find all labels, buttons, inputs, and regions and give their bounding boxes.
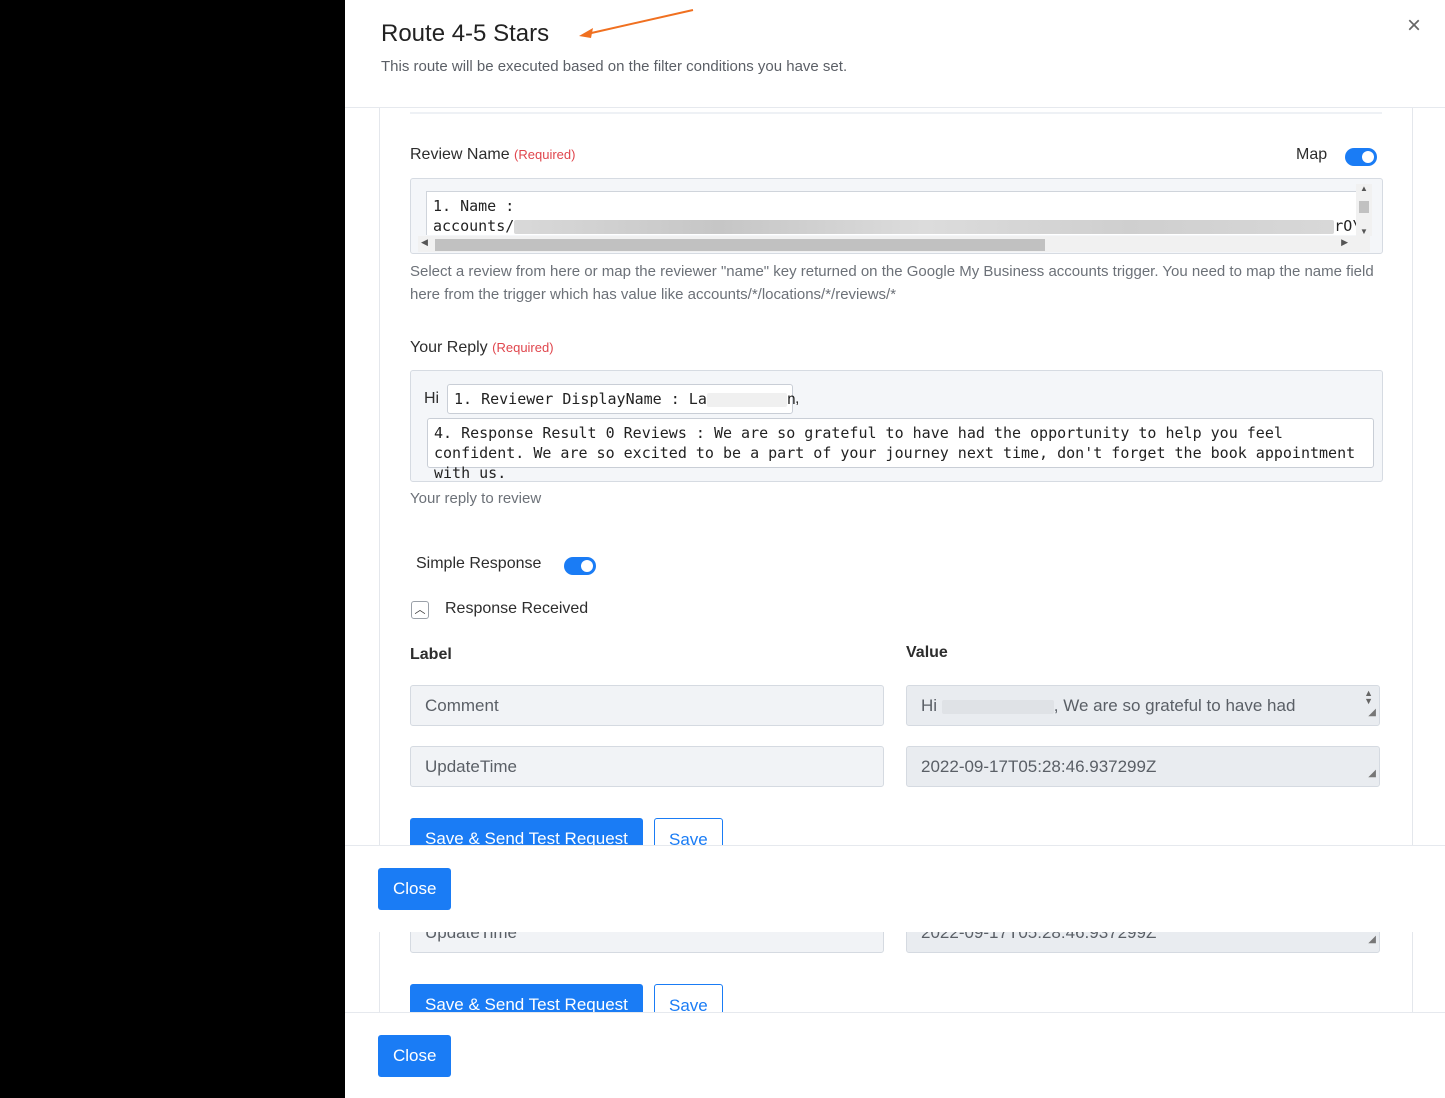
scroll-thumb[interactable] — [435, 239, 1045, 251]
your-reply-label: Your Reply (Required) — [410, 339, 554, 356]
comment-label-field: Comment — [410, 685, 884, 726]
comment-value-field[interactable]: Hi , We are so grateful to have had ▲ ▼ ◢ — [906, 685, 1380, 726]
redacted-text — [514, 219, 1335, 234]
review-name-field: 1. Name : accounts/rO\ ▲ ▼ ◀ ▶ — [410, 178, 1383, 254]
required-tag: (Required) — [514, 147, 576, 162]
chevron-up-icon[interactable]: ︿ — [411, 601, 429, 619]
modal-title: Route 4-5 Stars — [381, 20, 550, 47]
resize-handle-icon[interactable]: ◢ — [1368, 764, 1376, 784]
map-label: Map — [1296, 146, 1328, 163]
updatetime-value-field[interactable]: 2022-09-17T05:28:46.937299Z ◢ — [906, 932, 1380, 953]
scroll-right-icon[interactable]: ▶ — [1341, 237, 1348, 248]
reply-hi-text: Hi — [424, 390, 440, 407]
horizontal-scrollbar[interactable]: ◀ ▶ — [418, 236, 1370, 252]
your-reply-field[interactable]: Hi 1. Reviewer DisplayName : La n , 4. Re… — [410, 370, 1383, 482]
resize-handle-icon[interactable]: ◢ — [1368, 932, 1376, 950]
review-name-label: Review Name (Required) — [410, 146, 576, 163]
map-toggle[interactable] — [1345, 148, 1377, 166]
simple-response-toggle[interactable] — [564, 557, 596, 575]
redacted-text — [941, 699, 1054, 714]
resize-handle-icon[interactable]: ◢ — [1368, 703, 1376, 723]
scroll-up-icon[interactable]: ▲ — [1356, 184, 1372, 193]
vertical-scrollbar[interactable]: ▲ ▼ — [1356, 184, 1372, 236]
save-send-test-button[interactable]: Save & Send Test Request — [410, 984, 643, 1012]
label-column-header: Label — [410, 646, 452, 663]
duplicate-content-region: UpdateTime 2022-09-17T05:28:46.937299Z ◢… — [345, 932, 1445, 1012]
response-result-token[interactable]: 4. Response Result 0 Reviews : We are so… — [427, 418, 1374, 482]
save-button[interactable]: Save — [654, 984, 723, 1012]
scroll-down-icon[interactable]: ▼ — [1356, 227, 1372, 236]
updatetime-value-field[interactable]: 2022-09-17T05:28:46.937299Z ◢ — [906, 746, 1380, 787]
close-icon[interactable]: × — [1407, 14, 1421, 38]
your-reply-help: Your reply to review — [410, 490, 542, 507]
modal-panel: Route 4-5 Stars This route will be execu… — [345, 0, 1445, 1098]
annotation-arrow-icon — [579, 9, 694, 38]
required-tag: (Required) — [492, 340, 554, 355]
close-button[interactable]: Close — [378, 868, 452, 910]
reply-comma: , — [795, 390, 800, 407]
scroll-thumb[interactable] — [1359, 201, 1369, 213]
review-name-help: Select a review from here or map the rev… — [410, 263, 1374, 303]
reviewer-displayname-token[interactable]: 1. Reviewer DisplayName : La n — [447, 384, 796, 414]
response-received-label: Response Received — [445, 600, 589, 617]
modal-footer: Close — [345, 1012, 1445, 1098]
value-column-header: Value — [906, 644, 948, 661]
scroll-left-icon[interactable]: ◀ — [421, 237, 428, 248]
simple-response-label: Simple Response — [416, 555, 542, 572]
divider — [410, 112, 1382, 114]
redacted-text — [706, 392, 787, 407]
review-name-input[interactable]: 1. Name : accounts/rO\ — [426, 191, 1363, 235]
updatetime-label-field: UpdateTime — [410, 932, 884, 953]
modal-subtitle: This route will be executed based on the… — [381, 58, 848, 75]
close-button[interactable]: Close — [378, 1035, 452, 1077]
updatetime-label-field: UpdateTime — [410, 746, 884, 787]
modal-header: Route 4-5 Stars This route will be execu… — [345, 0, 1445, 108]
modal-footer: Close — [345, 845, 1445, 932]
